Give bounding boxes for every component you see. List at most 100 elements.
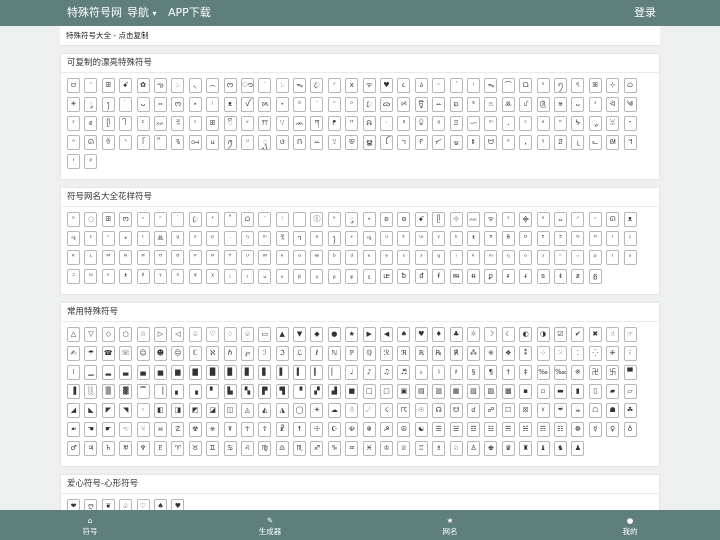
- symbol-button[interactable]: ♥: [171, 499, 185, 510]
- symbol-button[interactable]: ♤: [119, 499, 133, 510]
- symbol-button[interactable]: ᵦ: [293, 269, 307, 284]
- symbol-button[interactable]: ☂: [84, 346, 98, 361]
- symbol-button[interactable]: ᵘ: [380, 231, 394, 246]
- symbol-button[interactable]: ᗢ: [484, 135, 498, 150]
- symbol-button[interactable]: ▄: [136, 365, 150, 380]
- symbol-button[interactable]: ▐: [67, 384, 80, 399]
- symbol-button[interactable]: ᵒ: [345, 97, 359, 112]
- brand-link[interactable]: 特殊符号网: [67, 6, 122, 20]
- symbol-button[interactable]: ■: [345, 384, 359, 399]
- symbol-button[interactable]: ᵋ: [84, 231, 98, 246]
- symbol-button[interactable]: ‱: [553, 365, 567, 380]
- symbol-button[interactable]: ♘: [449, 441, 463, 456]
- symbol-button[interactable]: ♇: [153, 441, 167, 456]
- symbol-button[interactable]: ༊: [536, 97, 550, 112]
- symbol-button[interactable]: ♡: [206, 327, 220, 342]
- symbol-button[interactable]: ᴥ: [623, 212, 637, 227]
- symbol-button[interactable]: ᩚ: [153, 135, 167, 150]
- symbol-button[interactable]: ᥫ: [101, 116, 115, 131]
- symbol-button[interactable]: ᵐ: [258, 231, 272, 246]
- symbol-button[interactable]: ♃: [84, 441, 98, 456]
- symbol-button[interactable]: ☫: [345, 422, 359, 437]
- symbol-button[interactable]: ♮: [432, 365, 446, 380]
- symbol-button[interactable]: ▉: [223, 365, 237, 380]
- symbol-button[interactable]: ꈊ: [101, 135, 115, 150]
- symbol-button[interactable]: ᵔ: [84, 78, 98, 93]
- symbol-button[interactable]: ᵗ: [606, 250, 620, 265]
- symbol-button[interactable]: ♌: [240, 441, 254, 456]
- symbol-button[interactable]: ᵈ: [345, 250, 359, 265]
- symbol-button[interactable]: ꕶ: [449, 116, 463, 131]
- symbol-button[interactable]: ☝: [606, 327, 620, 342]
- symbol-button[interactable]: ᵪ: [362, 269, 376, 284]
- symbol-button[interactable]: ᴷ: [67, 250, 80, 265]
- symbol-button[interactable]: ☟: [136, 422, 150, 437]
- symbol-button[interactable]: ▼: [293, 327, 307, 342]
- symbol-button[interactable]: ᵎ: [206, 97, 220, 112]
- symbol-button[interactable]: ᐢ: [67, 135, 80, 150]
- symbol-button[interactable]: ☨: [293, 422, 307, 437]
- symbol-button[interactable]: ᵊ: [380, 250, 394, 265]
- symbol-button[interactable]: ☧: [275, 422, 289, 437]
- symbol-button[interactable]: ☣: [206, 422, 220, 437]
- symbol-button[interactable]: ᴸ: [84, 250, 98, 265]
- symbol-button[interactable]: ♊: [206, 441, 220, 456]
- symbol-button[interactable]: ▧: [466, 384, 480, 399]
- symbol-button[interactable]: ☯: [414, 422, 428, 437]
- symbol-button[interactable]: ⁘: [536, 346, 550, 361]
- symbol-button[interactable]: ᵐ: [484, 250, 498, 265]
- symbol-button[interactable]: ☴: [501, 422, 515, 437]
- symbol-button[interactable]: ℘: [240, 346, 254, 361]
- symbol-button[interactable]: ʚ: [380, 212, 394, 227]
- symbol-button[interactable]: ♫: [380, 365, 394, 380]
- symbol-button[interactable]: ᵵ: [553, 269, 567, 284]
- symbol-button[interactable]: ▲: [275, 327, 289, 342]
- symbol-button[interactable]: ☪: [327, 422, 341, 437]
- symbol-button[interactable]: ᵒ: [536, 212, 550, 227]
- symbol-button[interactable]: ᵝ: [136, 269, 150, 284]
- symbol-button[interactable]: ꪜ: [240, 97, 254, 112]
- symbol-button[interactable]: ෂ: [553, 97, 567, 112]
- symbol-button[interactable]: ☛: [101, 422, 115, 437]
- symbol-button[interactable]: ☈: [397, 403, 411, 418]
- symbol-button[interactable]: ♖: [414, 441, 428, 456]
- symbol-button[interactable]: ᥐ: [293, 231, 307, 246]
- symbol-button[interactable]: ᵒ: [536, 78, 550, 93]
- symbol-button[interactable]: ♧: [240, 327, 254, 342]
- symbol-button[interactable]: ☿: [588, 422, 602, 437]
- symbol-button[interactable]: ᵬ: [397, 269, 411, 284]
- symbol-button[interactable]: ☑: [553, 327, 567, 342]
- symbol-button[interactable]: ᴗ: [136, 97, 150, 112]
- symbol-button[interactable]: ◨: [171, 403, 185, 418]
- symbol-button[interactable]: ᵕ: [571, 250, 585, 265]
- symbol-button[interactable]: ☚: [84, 422, 98, 437]
- symbol-button[interactable]: ⑅: [153, 97, 167, 112]
- symbol-button[interactable]: ♗: [432, 441, 446, 456]
- symbol-button[interactable]: ᵓ: [536, 250, 550, 265]
- symbol-button[interactable]: ♚: [484, 441, 498, 456]
- symbol-button[interactable]: ‡: [519, 365, 533, 380]
- symbol-button[interactable]: ●: [327, 327, 341, 342]
- symbol-button[interactable]: ⁂: [466, 346, 480, 361]
- symbol-button[interactable]: ಇ: [67, 231, 80, 246]
- symbol-button[interactable]: ᵢ: [223, 269, 237, 284]
- symbol-button[interactable]: ᕱ: [362, 116, 376, 131]
- symbol-button[interactable]: ᵀ: [223, 250, 237, 265]
- symbol-button[interactable]: ಇ: [362, 231, 376, 246]
- symbol-button[interactable]: ꉂ: [171, 116, 185, 131]
- symbol-button[interactable]: ⁞: [67, 365, 80, 380]
- symbol-button[interactable]: ♉: [188, 441, 202, 456]
- symbol-button[interactable]: ᑋ: [553, 116, 567, 131]
- symbol-button[interactable]: ᵎ: [466, 78, 480, 93]
- symbol-button[interactable]: ♪: [362, 365, 376, 380]
- symbol-button[interactable]: ♤: [188, 327, 202, 342]
- symbol-button[interactable]: ▃: [119, 365, 133, 380]
- symbol-button[interactable]: ☞: [623, 327, 637, 342]
- symbol-button[interactable]: ᖰ: [327, 116, 341, 131]
- symbol-button[interactable]: ☕: [571, 403, 585, 418]
- symbol-button[interactable]: ☹: [171, 346, 185, 361]
- symbol-button[interactable]: ◦: [136, 403, 150, 418]
- symbol-button[interactable]: ꐑ: [414, 116, 428, 131]
- symbol-button[interactable]: ᵙ: [67, 269, 80, 284]
- symbol-button[interactable]: ᵎ: [449, 250, 463, 265]
